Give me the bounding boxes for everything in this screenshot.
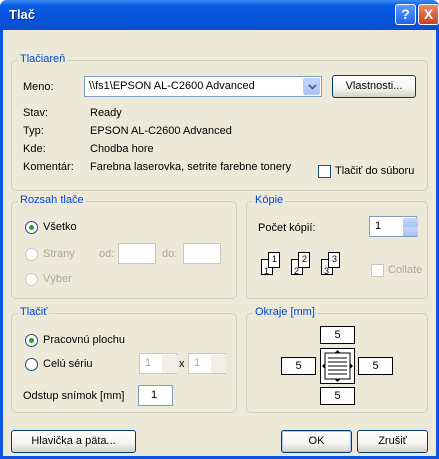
header-footer-button[interactable]: Hlavička a päta... xyxy=(11,430,136,453)
copies-count-label: Počet kópií: xyxy=(258,222,316,234)
dialog-body: Tlačiareň Meno: \\fs1\EPSON AL-C2600 Adv… xyxy=(3,30,436,456)
chevron-down-icon[interactable] xyxy=(303,78,320,95)
copies-group-label: Kópie xyxy=(253,194,286,206)
copies-count-input[interactable]: 1 xyxy=(369,216,418,237)
margin-left-input[interactable]: 5 xyxy=(281,357,316,375)
workspace-radio[interactable] xyxy=(25,334,38,347)
spacing-value: 1 xyxy=(151,389,158,401)
print-range-group: Rozsah tlače Všetko Strany od: do: Výber xyxy=(11,194,237,299)
collate-checkbox[interactable] xyxy=(371,264,384,277)
printer-group-label: Tlačiareň xyxy=(18,53,68,65)
copies-count-value: 1 xyxy=(375,220,382,232)
comment-value: Farebna laserovka, setrite farebne toner… xyxy=(90,161,292,173)
printer-name-label: Meno: xyxy=(23,81,54,93)
copies-group: Kópie Počet kópií: 1 1 1 2 2 3 3 Collate xyxy=(246,194,428,299)
print-what-group: Tlačiť Pracovnú plochu Celú sériu 1 x 1 xyxy=(11,306,237,413)
print-what-group-label: Tlačiť xyxy=(18,306,50,318)
margin-bottom-input[interactable]: 5 xyxy=(320,387,355,405)
cancel-button[interactable]: Zrušiť xyxy=(357,430,428,453)
range-to-input[interactable] xyxy=(183,243,221,264)
page-margins-icon xyxy=(320,348,355,384)
properties-button[interactable]: Vlastnosti... xyxy=(332,75,416,98)
spacing-input[interactable]: 1 xyxy=(138,385,173,406)
help-button[interactable]: ? xyxy=(395,4,416,25)
range-selection-radio[interactable] xyxy=(25,273,38,286)
print-dialog: Tlač ? X Tlačiareň Meno: \\fs1\EPSON AL-… xyxy=(0,0,439,459)
collate-illustration: 1 1 2 2 3 3 xyxy=(261,252,361,282)
page-icon: 3 xyxy=(328,252,340,268)
margins-group-label: Okraje [mm] xyxy=(253,306,317,318)
margin-top-input[interactable]: 5 xyxy=(320,326,355,344)
type-label: Typ: xyxy=(23,125,44,137)
status-label: Stav: xyxy=(23,107,49,119)
collate-label[interactable]: Collate xyxy=(388,264,422,276)
print-to-file-checkbox[interactable] xyxy=(318,165,331,178)
times-label: x xyxy=(179,358,185,370)
margins-group: Okraje [mm] 5 5 5 5 xyxy=(246,306,428,413)
page-icon: 2 xyxy=(298,252,310,268)
range-pages-radio[interactable] xyxy=(25,248,38,261)
series-rows-input[interactable]: 1 xyxy=(188,353,226,374)
printer-group: Tlačiareň Meno: \\fs1\EPSON AL-C2600 Adv… xyxy=(11,53,428,191)
comment-label: Komentár: xyxy=(23,161,74,173)
close-button[interactable]: X xyxy=(418,4,439,25)
workspace-label[interactable]: Pracovnú plochu xyxy=(43,334,125,346)
spin-down-icon[interactable] xyxy=(162,364,177,373)
series-cols-value: 1 xyxy=(145,357,152,369)
spin-down-icon[interactable] xyxy=(403,227,418,236)
where-value: Chodba hore xyxy=(90,143,154,155)
print-range-group-label: Rozsah tlače xyxy=(18,194,86,206)
range-from-label: od: xyxy=(99,248,115,260)
printer-name-value: \\fs1\EPSON AL-C2600 Advanced xyxy=(89,80,255,92)
range-from-input[interactable] xyxy=(118,243,156,264)
ok-button[interactable]: OK xyxy=(281,430,352,453)
print-to-file-label[interactable]: Tlačiť do súboru xyxy=(335,165,414,177)
series-cols-input[interactable]: 1 xyxy=(139,353,177,374)
series-radio[interactable] xyxy=(25,358,38,371)
spin-up-icon[interactable] xyxy=(162,355,177,364)
range-selection-label[interactable]: Výber xyxy=(43,273,72,285)
margin-right-input[interactable]: 5 xyxy=(358,357,393,375)
spin-up-icon[interactable] xyxy=(211,355,226,364)
status-value: Ready xyxy=(90,107,122,119)
page-icon: 1 xyxy=(268,252,280,268)
printer-name-select[interactable]: \\fs1\EPSON AL-C2600 Advanced xyxy=(84,76,322,97)
range-pages-label[interactable]: Strany xyxy=(43,248,75,260)
range-to-label: do: xyxy=(162,248,178,260)
spacing-label: Odstup snímok [mm] xyxy=(23,390,125,402)
range-all-radio[interactable] xyxy=(25,221,38,234)
series-label[interactable]: Celú sériu xyxy=(43,358,93,370)
type-value: EPSON AL-C2600 Advanced xyxy=(90,125,232,137)
series-rows-value: 1 xyxy=(194,357,201,369)
where-label: Kde: xyxy=(23,143,46,155)
range-all-label[interactable]: Všetko xyxy=(43,221,77,233)
window-title: Tlač xyxy=(9,7,36,22)
title-bar[interactable]: Tlač ? X xyxy=(0,0,439,30)
spin-up-icon[interactable] xyxy=(403,218,418,227)
spin-down-icon[interactable] xyxy=(211,364,226,373)
